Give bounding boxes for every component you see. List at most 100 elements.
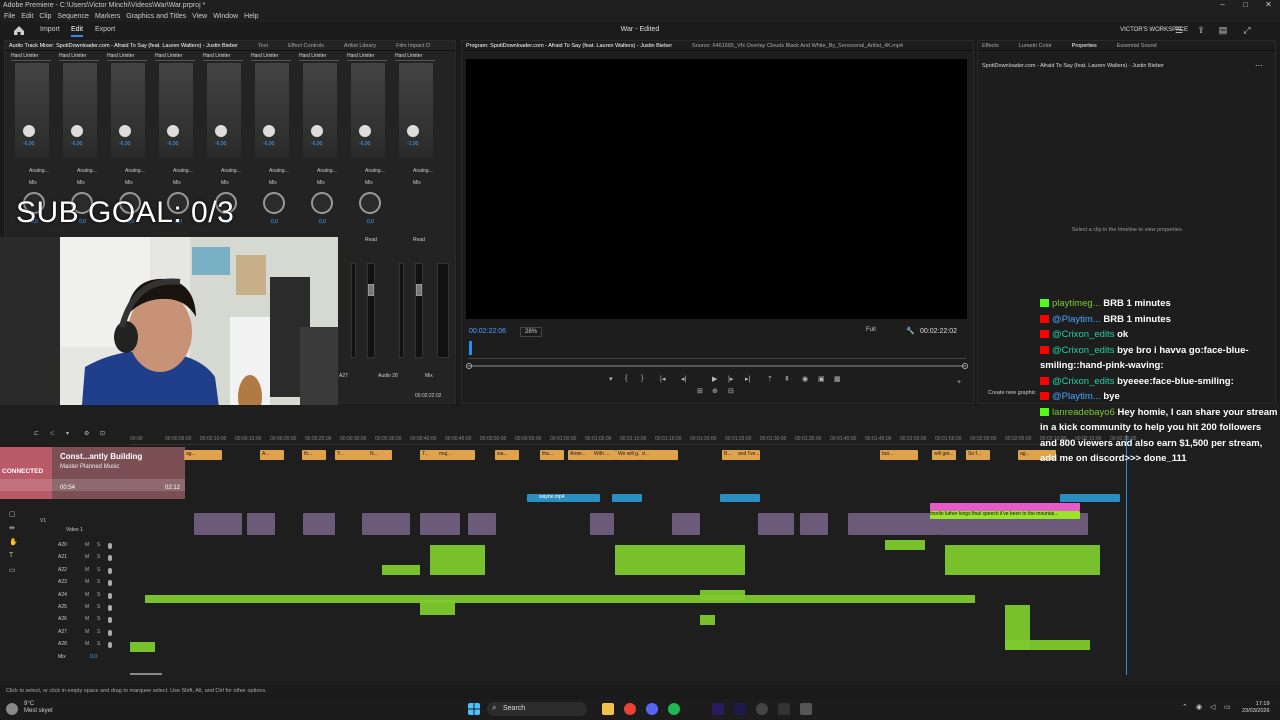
quick-export-icon[interactable]: ▤ <box>1218 25 1228 35</box>
chrome-icon[interactable] <box>624 703 636 715</box>
audio-clip[interactable] <box>700 590 745 600</box>
program-playhead[interactable] <box>469 341 472 355</box>
playback-resolution-select[interactable]: Full <box>866 327 876 333</box>
steam-icon[interactable] <box>756 703 768 715</box>
video-clip[interactable] <box>468 513 496 535</box>
pan-knob[interactable] <box>263 192 285 214</box>
terminal-icon[interactable] <box>778 703 790 715</box>
audio-clip[interactable] <box>885 540 925 550</box>
extract-icon[interactable]: ⇞ <box>784 375 790 383</box>
caption-clip[interactable]: will get... <box>932 450 956 460</box>
track-fader-a28[interactable] <box>415 263 423 358</box>
audio-clip[interactable] <box>615 545 745 575</box>
safe-margins-icon[interactable]: ⊞ <box>697 387 703 395</box>
vr-icon[interactable]: ⊟ <box>728 387 734 395</box>
more-options-icon[interactable]: ⋯ <box>1255 61 1263 70</box>
video-clip[interactable] <box>194 513 242 535</box>
scroll-handle-left[interactable] <box>466 363 472 369</box>
menu-sequence[interactable]: Sequence <box>57 13 89 20</box>
taskbar-clock[interactable]: 17:19 23/03/2026 <box>1242 701 1270 715</box>
tab-effect-controls[interactable]: Effect Controls <box>288 43 324 49</box>
mark-in-icon[interactable]: { <box>625 375 627 382</box>
pan-knob[interactable] <box>359 192 381 214</box>
obs-icon[interactable] <box>800 703 812 715</box>
effect-slot-label[interactable]: Hard Limiter <box>395 53 435 61</box>
video-clip[interactable] <box>800 513 828 535</box>
video-clip[interactable] <box>247 513 275 535</box>
caption-clip[interactable]: wa... <box>495 450 519 460</box>
after-effects-icon[interactable] <box>734 703 746 715</box>
create-new-graphic-button[interactable]: Create new graphic <box>988 390 1036 396</box>
video-clip[interactable] <box>848 513 938 535</box>
share-icon[interactable]: ⇪ <box>1196 25 1206 35</box>
pink-clips[interactable] <box>930 503 1080 511</box>
audio-clip[interactable] <box>700 615 715 625</box>
mix-dropdown[interactable]: Mix <box>173 180 209 187</box>
mix-dropdown[interactable]: Mix <box>29 180 65 187</box>
caption-clip[interactable]: So f... <box>966 450 990 460</box>
mix-dropdown[interactable]: Mix <box>317 180 353 187</box>
video-clip[interactable] <box>590 513 614 535</box>
caption-clip[interactable]: but... <box>880 450 918 460</box>
tab-artlist-library[interactable]: Artlist Library <box>344 43 376 49</box>
comparison-view-icon[interactable]: ▣ <box>818 375 825 383</box>
effect-knob[interactable] <box>119 125 131 137</box>
track-fader-a27[interactable] <box>367 263 375 358</box>
audio-clip[interactable] <box>945 545 1100 575</box>
settings-wrench-icon[interactable]: 🔧 <box>906 327 915 335</box>
program-time-ruler[interactable] <box>468 339 966 359</box>
menu-markers[interactable]: Markers <box>95 13 120 20</box>
weather-icon[interactable] <box>6 703 18 715</box>
weather-widget[interactable]: 9°C Mest skyet <box>24 701 53 715</box>
caption-clip[interactable]: A... <box>260 450 284 460</box>
add-marker-icon[interactable]: ▾ <box>609 375 613 383</box>
mix-dropdown[interactable]: Mix <box>125 180 161 187</box>
step-forward-icon[interactable]: |▸ <box>728 375 733 383</box>
mix-dropdown[interactable]: Mix <box>77 180 113 187</box>
pan-knob[interactable] <box>311 192 333 214</box>
effect-knob[interactable] <box>359 125 371 137</box>
windows-start-icon[interactable] <box>468 703 480 715</box>
menu-clip[interactable]: Clip <box>39 13 51 20</box>
effect-knob[interactable] <box>263 125 275 137</box>
tab-properties[interactable]: Properties <box>1072 43 1097 49</box>
effect-slot-label[interactable]: Hard Limiter <box>11 53 51 61</box>
mix-dropdown[interactable]: Mix <box>413 180 449 187</box>
menu-help[interactable]: Help <box>244 13 258 20</box>
effect-slot-label[interactable]: Hard Limiter <box>299 53 339 61</box>
menu-view[interactable]: View <box>192 13 207 20</box>
playhead-timecode[interactable]: 00:02:22:06 <box>469 328 506 335</box>
multi-camera-icon[interactable]: ▦ <box>834 375 841 383</box>
tray-overflow-icon[interactable]: ⌃ <box>1182 703 1188 711</box>
mlk-speech-clip[interactable]: morlin luther kings final speech ii've b… <box>930 511 1080 519</box>
discord-icon[interactable] <box>646 703 658 715</box>
caption-clip[interactable]: N... <box>368 450 392 460</box>
audio-clip[interactable] <box>430 545 485 575</box>
video-clip[interactable] <box>758 513 794 535</box>
audio-clip[interactable] <box>420 600 455 615</box>
video-clip[interactable] <box>303 513 335 535</box>
minimize-button[interactable]: – <box>1211 0 1234 9</box>
go-to-out-icon[interactable]: ▸| <box>745 375 750 383</box>
button-editor-icon[interactable]: + <box>957 379 961 386</box>
audio-clip[interactable] <box>145 595 975 603</box>
video-clip[interactable] <box>362 513 410 535</box>
fullscreen-icon[interactable]: ⤢ <box>1242 25 1252 35</box>
tab-essential-sound[interactable]: Essential Sound <box>1117 43 1157 49</box>
caption-clip[interactable]: d... <box>640 450 678 460</box>
taskbar-search[interactable]: Search <box>487 702 587 716</box>
automation-read-dropdown[interactable]: Read <box>413 237 449 244</box>
menu-window[interactable]: Window <box>213 13 238 20</box>
tab-source[interactable]: Source: 6461665_Vfx Overlay Clouds Black… <box>692 43 903 49</box>
caption-clip[interactable]: We will g... <box>616 450 640 460</box>
caption-clip[interactable]: th... <box>302 450 326 460</box>
video-clip[interactable] <box>672 513 700 535</box>
effect-knob[interactable] <box>167 125 179 137</box>
tab-program[interactable]: Program: SpotiDownloader.com - Afraid To… <box>466 43 672 49</box>
effect-slot-label[interactable]: Hard Limiter <box>347 53 387 61</box>
spotify-icon[interactable] <box>668 703 680 715</box>
play-icon[interactable]: ▶ <box>712 375 717 383</box>
mix-dropdown[interactable]: Mix <box>365 180 401 187</box>
premiere-pro-icon[interactable] <box>712 703 724 715</box>
video-clip-upper[interactable] <box>612 494 642 502</box>
